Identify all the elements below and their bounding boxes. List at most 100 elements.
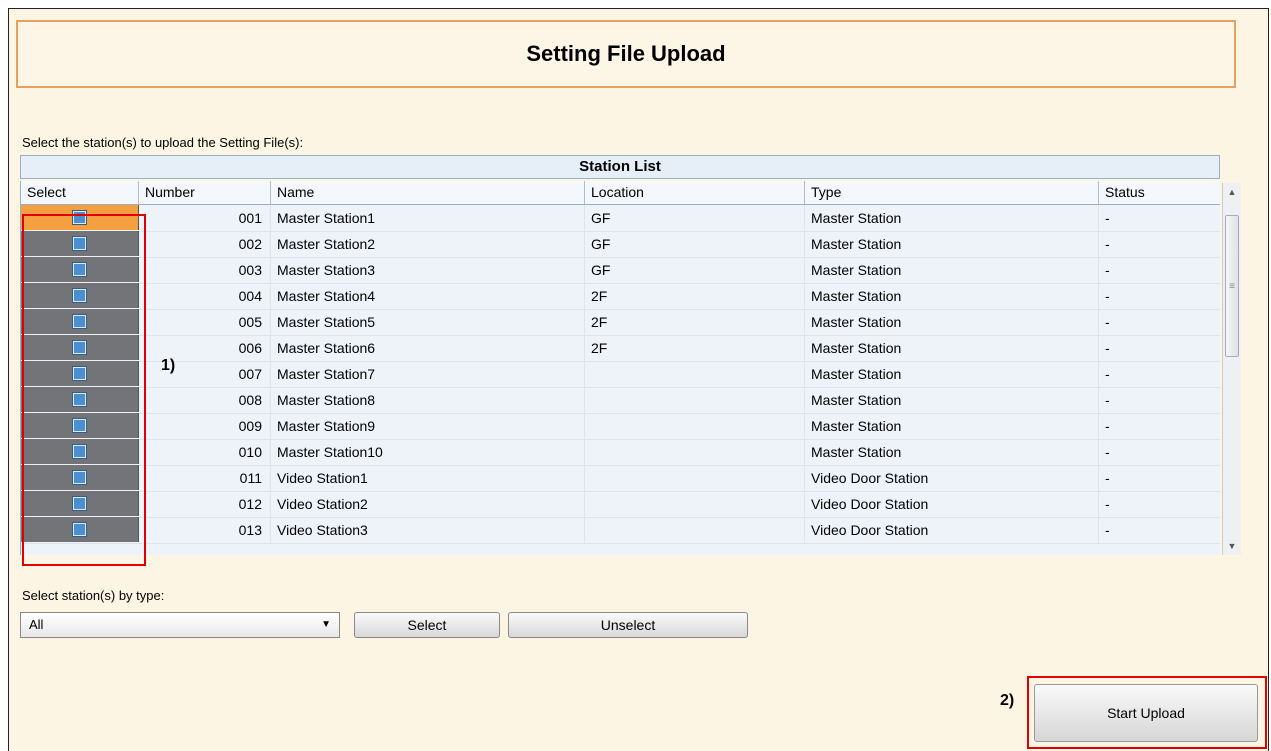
cell-name: Video Station2 [271, 491, 585, 517]
instruction-text: Select the station(s) to upload the Sett… [22, 135, 304, 150]
select-by-type-label: Select station(s) by type: [22, 588, 165, 603]
cell-type: Master Station [805, 205, 1099, 231]
scroll-down-arrow-icon[interactable]: ▼ [1223, 537, 1241, 555]
cell-number: 008 [139, 387, 271, 413]
cell-name: Master Station3 [271, 257, 585, 283]
cell-number: 004 [139, 283, 271, 309]
cell-type: Master Station [805, 335, 1099, 361]
cell-status: - [1099, 257, 1220, 283]
cell-number: 009 [139, 413, 271, 439]
cell-location [585, 439, 805, 465]
cell-status: - [1099, 309, 1220, 335]
cell-number: 010 [139, 439, 271, 465]
cell-name: Master Station1 [271, 205, 585, 231]
cell-type: Video Door Station [805, 465, 1099, 491]
cell-location: 2F [585, 283, 805, 309]
select-column-highlight [22, 214, 146, 566]
start-upload-button[interactable]: Start Upload [1034, 684, 1258, 742]
station-type-dropdown[interactable]: All ▼ [20, 612, 340, 638]
table-row[interactable]: 009 Master Station9 Master Station - [21, 413, 1220, 440]
cell-location: GF [585, 257, 805, 283]
cell-location: GF [585, 231, 805, 257]
annotation-marker-2: 2) [1000, 692, 1015, 709]
table-row[interactable]: 008 Master Station8 Master Station - [21, 387, 1220, 414]
station-list-header: Station List [20, 155, 1220, 179]
cell-type: Master Station [805, 257, 1099, 283]
cell-status: - [1099, 413, 1220, 439]
cell-number: 013 [139, 517, 271, 543]
cell-number: 001 [139, 205, 271, 231]
cell-name: Video Station1 [271, 465, 585, 491]
column-header-select[interactable]: Select [21, 181, 139, 205]
cell-number: 006 [139, 335, 271, 361]
column-header-location[interactable]: Location [585, 181, 805, 205]
cell-status: - [1099, 283, 1220, 309]
cell-status: - [1099, 491, 1220, 517]
cell-name: Master Station9 [271, 413, 585, 439]
column-header-type[interactable]: Type [805, 181, 1099, 205]
table-row[interactable]: 013 Video Station3 Video Door Station - [21, 517, 1220, 544]
cell-status: - [1099, 387, 1220, 413]
cell-number: 011 [139, 465, 271, 491]
table-row[interactable]: 003 Master Station3 GF Master Station - [21, 257, 1220, 284]
table-row[interactable]: 002 Master Station2 GF Master Station - [21, 231, 1220, 258]
table-scrollbar[interactable]: ▲ ≡ ▼ [1222, 183, 1241, 555]
page-title-box: Setting File Upload [16, 20, 1236, 88]
table-row[interactable]: 004 Master Station4 2F Master Station - [21, 283, 1220, 310]
cell-status: - [1099, 465, 1220, 491]
cell-name: Video Station3 [271, 517, 585, 543]
cell-status: - [1099, 205, 1220, 231]
column-header-number[interactable]: Number [139, 181, 271, 205]
cell-name: Master Station2 [271, 231, 585, 257]
cell-location [585, 387, 805, 413]
cell-name: Master Station10 [271, 439, 585, 465]
table-row[interactable]: 005 Master Station5 2F Master Station - [21, 309, 1220, 336]
cell-location: GF [585, 205, 805, 231]
cell-status: - [1099, 517, 1220, 543]
cell-type: Master Station [805, 283, 1099, 309]
column-header-status[interactable]: Status [1099, 181, 1220, 205]
table-row[interactable]: 007 Master Station7 Master Station - [21, 361, 1220, 388]
unselect-button[interactable]: Unselect [508, 612, 748, 638]
table-row[interactable]: 011 Video Station1 Video Door Station - [21, 465, 1220, 492]
cell-location: 2F [585, 335, 805, 361]
cell-location [585, 413, 805, 439]
table-row[interactable]: 010 Master Station10 Master Station - [21, 439, 1220, 466]
scroll-up-arrow-icon[interactable]: ▲ [1223, 183, 1241, 201]
annotation-marker-1: 1) [161, 357, 176, 374]
select-button[interactable]: Select [354, 612, 500, 638]
cell-location [585, 465, 805, 491]
column-header-name[interactable]: Name [271, 181, 585, 205]
table-row[interactable]: 006 Master Station6 2F Master Station - [21, 335, 1220, 362]
cell-number: 007 [139, 361, 271, 387]
cell-location [585, 361, 805, 387]
cell-name: Master Station7 [271, 361, 585, 387]
cell-status: - [1099, 335, 1220, 361]
cell-status: - [1099, 231, 1220, 257]
cell-type: Master Station [805, 439, 1099, 465]
station-list-table: Select Number Name Location Type Status … [20, 181, 1220, 555]
table-row[interactable]: 001 Master Station1 GF Master Station - [21, 205, 1220, 232]
cell-type: Master Station [805, 413, 1099, 439]
cell-type: Video Door Station [805, 517, 1099, 543]
cell-type: Master Station [805, 361, 1099, 387]
page-title: Setting File Upload [526, 41, 726, 66]
cell-type: Master Station [805, 309, 1099, 335]
cell-status: - [1099, 361, 1220, 387]
dropdown-arrow-icon: ▼ [321, 619, 331, 630]
cell-number: 012 [139, 491, 271, 517]
cell-location: 2F [585, 309, 805, 335]
cell-location [585, 517, 805, 543]
table-row[interactable]: 012 Video Station2 Video Door Station - [21, 491, 1220, 518]
cell-number: 002 [139, 231, 271, 257]
cell-type: Master Station [805, 231, 1099, 257]
cell-name: Master Station4 [271, 283, 585, 309]
dropdown-selected-value: All [29, 617, 44, 632]
cell-type: Video Door Station [805, 491, 1099, 517]
cell-number: 003 [139, 257, 271, 283]
cell-name: Master Station8 [271, 387, 585, 413]
cell-status: - [1099, 439, 1220, 465]
scroll-thumb[interactable]: ≡ [1225, 215, 1239, 357]
cell-name: Master Station6 [271, 335, 585, 361]
cell-number: 005 [139, 309, 271, 335]
